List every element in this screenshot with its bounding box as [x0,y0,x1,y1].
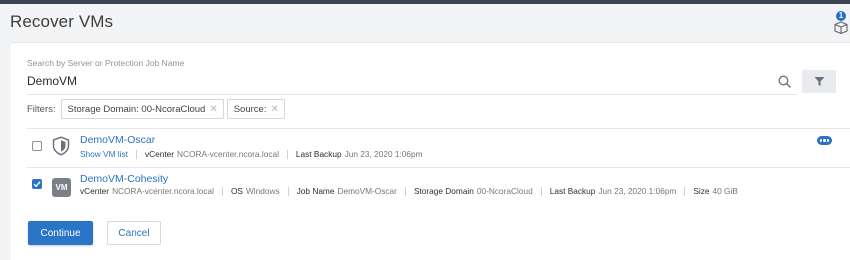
filter-button[interactable] [802,70,836,93]
meta-value: NCORA-vcenter.ncora.local [112,186,214,196]
separator [135,149,137,159]
meta-key: Job Name [296,186,335,196]
divider [27,167,850,168]
chip-label: Source: [233,103,267,115]
search-icon[interactable] [778,75,791,88]
filters-row: Filters: Storage Domain: 00-NcoraCloud ✕… [27,99,288,119]
page-title: Recover VMs [10,12,114,31]
separator [221,186,223,196]
close-icon[interactable]: ✕ [270,104,278,115]
row-meta: Show VM list vCenter NCORA-vcenter.ncora… [80,149,423,159]
meta-value: DemoVM-Oscar [337,186,397,196]
checkmark-icon [33,181,41,188]
vm-link[interactable]: DemoVM-Cohesity [80,173,168,185]
meta-key: Last Backup [295,149,342,159]
close-icon[interactable]: ✕ [209,104,217,115]
separator [684,186,686,196]
row-checkbox-demovm-oscar[interactable] [32,141,42,151]
row-meta: vCenter NCORA-vcenter.ncora.local OS Win… [80,186,738,196]
cube-icon [834,21,848,34]
meta-key: Storage Domain [413,186,474,196]
cancel-button[interactable]: Cancel [107,221,161,245]
separator [540,186,542,196]
meta-value: NCORA-vcenter.ncora.local [177,149,279,159]
protection-job-link[interactable]: DemoVM-Oscar [80,134,155,146]
separator [404,186,406,196]
meta-key: vCenter [144,149,175,159]
meta-key: Size [693,186,710,196]
separator [287,186,289,196]
filters-label: Filters: [27,103,56,115]
shield-icon [52,136,70,156]
meta-value: Windows [245,186,280,196]
search-input[interactable]: DemoVM [27,74,77,88]
continue-button[interactable]: Continue [28,221,93,245]
search-label: Search by Server or Protection Job Name [27,58,185,68]
meta-key: OS [230,186,243,196]
vm-icon: VM [52,178,71,197]
top-bar [0,0,850,4]
notifications-button[interactable]: 1 [833,11,849,34]
show-vm-list-link[interactable]: Show VM list [80,149,128,159]
search-underline [27,94,797,95]
separator [286,149,288,159]
divider [27,128,850,129]
filter-chip-storage-domain[interactable]: Storage Domain: 00-NcoraCloud ✕ [60,99,224,119]
meta-key: Last Backup [549,186,596,196]
meta-value: 00-NcoraCloud [476,186,533,196]
meta-value: Jun 23, 2020 1:06pm [344,149,423,159]
chip-label: Storage Domain: 00-NcoraCloud [67,103,206,115]
meta-value: 40 GiB [712,186,738,196]
meta-key: vCenter [80,186,110,196]
funnel-icon [814,77,824,86]
meta-value: Jun 23, 2020 1:06pm [598,186,677,196]
filter-chip-source[interactable]: Source: ✕ [226,99,285,119]
more-options-icon[interactable] [817,136,832,145]
notification-badge: 1 [836,11,846,21]
recover-card: Search by Server or Protection Job Name … [11,42,850,260]
row-checkbox-demovm-cohesity[interactable] [32,179,42,189]
